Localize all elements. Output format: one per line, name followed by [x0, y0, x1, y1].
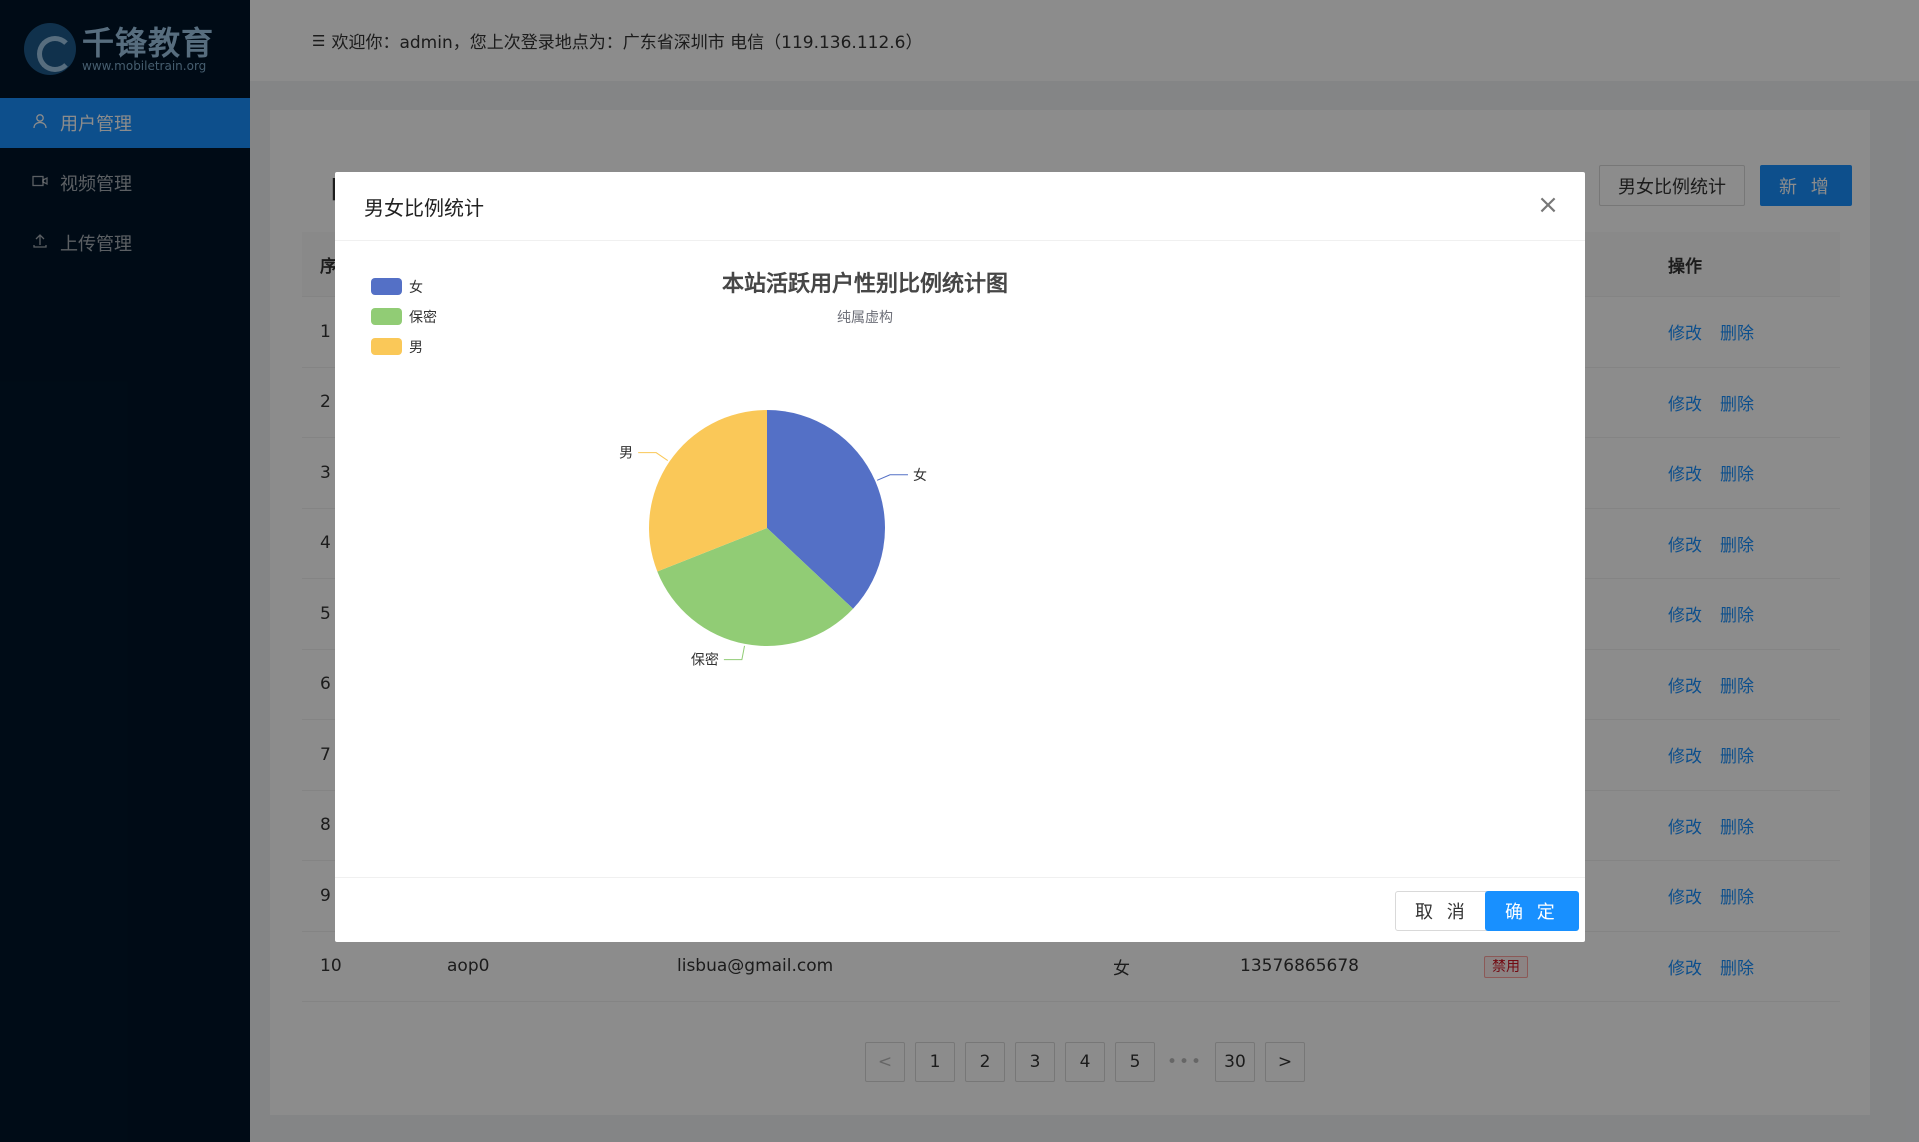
- legend-swatch[interactable]: [371, 278, 402, 295]
- legend-swatch[interactable]: [371, 308, 402, 325]
- pie-label-line: [723, 645, 746, 661]
- pie-label: 保密: [691, 652, 719, 669]
- pie-label: 女: [913, 467, 927, 484]
- modal-title: 男女比例统计: [364, 195, 484, 220]
- pie-label: 男: [619, 446, 633, 462]
- chart-title: 本站活跃用户性别比例统计图: [722, 271, 1008, 297]
- legend-label[interactable]: 女: [409, 279, 423, 296]
- gender-stat-modal: 男女比例统计 × 本站活跃用户性别比例统计图 纯属虚构 女保密男 女保密男 取 …: [335, 172, 1585, 942]
- chart-subtitle: 纯属虚构: [837, 310, 893, 326]
- pie-label-line: [876, 474, 908, 481]
- modal-body: 本站活跃用户性别比例统计图 纯属虚构 女保密男 女保密男: [335, 241, 1585, 878]
- modal-header: 男女比例统计: [335, 172, 1585, 241]
- cancel-button[interactable]: 取 消: [1395, 891, 1489, 931]
- confirm-button[interactable]: 确 定: [1485, 891, 1579, 931]
- modal-footer: 取 消 确 定: [335, 877, 1585, 942]
- chart-legend: 女保密男: [371, 278, 437, 356]
- close-icon[interactable]: ×: [1533, 190, 1563, 220]
- pie-label-line: [638, 452, 669, 461]
- gender-pie-chart: 本站活跃用户性别比例统计图 纯属虚构 女保密男 女保密男: [371, 271, 1008, 669]
- legend-swatch[interactable]: [371, 338, 402, 355]
- legend-label[interactable]: 男: [409, 340, 423, 356]
- pie-slices: [649, 409, 885, 646]
- legend-label[interactable]: 保密: [409, 309, 437, 326]
